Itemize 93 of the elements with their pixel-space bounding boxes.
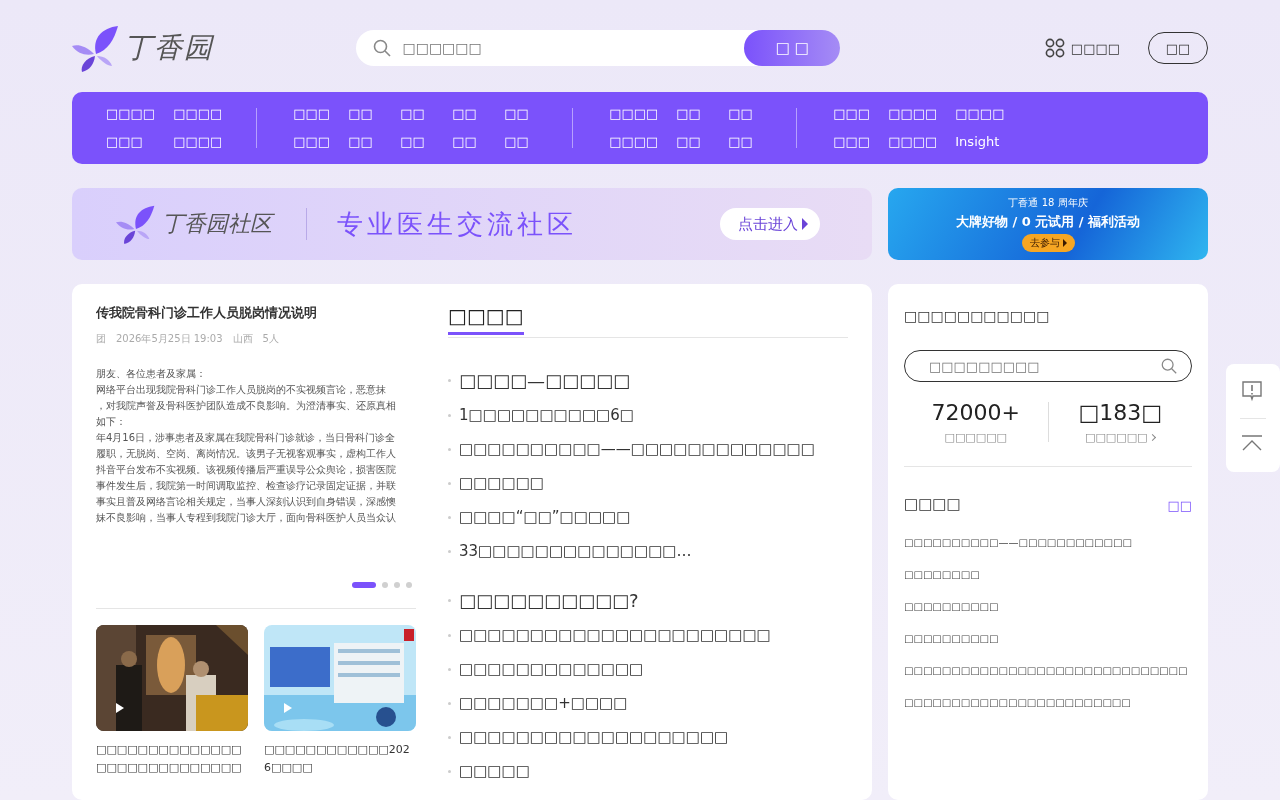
document-meta: 山西 <box>232 332 253 346</box>
stat-label: □□□□□□ <box>944 431 1007 444</box>
caret-icon <box>1062 239 1067 247</box>
nav-link[interactable]: □□ <box>504 104 539 124</box>
nav-link[interactable]: □□ <box>676 132 711 152</box>
document-line: 妹不良影响，当事人专程到我院门诊大厅，面向骨科医护人员当众认 <box>96 511 397 525</box>
nav-link[interactable]: □□ <box>400 132 435 152</box>
feedback-icon[interactable] <box>1240 378 1264 403</box>
document-meta: 2026年5月25日 19:03 <box>116 332 223 346</box>
document-meta: 5人 <box>262 332 279 346</box>
list-link[interactable]: □□□□□□□□□□ <box>904 623 1192 655</box>
search-icon <box>1160 357 1178 375</box>
stat-link[interactable]: □□□□□□ <box>1085 431 1156 444</box>
document-line: ，对我院声誉及骨科医护团队造成不良影响。为澄清事实、还原真相 <box>96 399 397 413</box>
document-meta: 团 <box>96 332 106 346</box>
promo-banner[interactable]: 丁香通 18 周年庆 大牌好物 / 0 元试用 / 福利活动 去参与 <box>888 188 1208 260</box>
nav-link[interactable]: Insight <box>955 132 1005 152</box>
news-link[interactable]: □□□□“□□”□□□□□ <box>459 508 631 526</box>
list-link[interactable]: □□□□□□□□□□□□□□□□□□□□□□□□ <box>904 687 1192 719</box>
nav-link[interactable]: □□□□ <box>173 132 223 152</box>
nav-link[interactable]: □□□ <box>833 132 871 152</box>
nav-link[interactable]: □□ <box>452 104 487 124</box>
nav-link[interactable]: □□□ <box>106 132 156 152</box>
search-icon <box>372 38 393 58</box>
promo-brand: 丁香通 18 周年庆 <box>1008 196 1088 210</box>
butterfly-logo-icon <box>116 204 156 244</box>
community-slogan: 专业医生交流社区 <box>337 207 577 241</box>
section-title: □□□□ <box>448 304 524 335</box>
headline-link[interactable]: □□□□—□□□□□ <box>459 369 631 391</box>
list-link[interactable]: □□□□□□□□□□——□□□□□□□□□□□□ <box>904 527 1192 559</box>
list-link[interactable]: □□□□□□□□□□ <box>904 591 1192 623</box>
document-line: 如下： <box>96 415 127 429</box>
news-link[interactable]: 1□□□□□□□□□□6□ <box>459 406 634 424</box>
nav-link[interactable]: □□ <box>348 104 383 124</box>
document-line: 网络平台出现我院骨科门诊工作人员脱岗的不实视频言论，恶意抹 <box>96 383 387 397</box>
side-search-field[interactable]: □□□□□□□□□ <box>904 350 1192 382</box>
document-title: 传我院骨科门诊工作人员脱岗情况说明 <box>96 304 318 322</box>
carousel-dot[interactable] <box>406 582 412 588</box>
video-caption[interactable]: □□□□□□□□□□□□2026□□□□ <box>264 741 416 777</box>
list-link[interactable]: □□□□□□□□□□□□□□□□□□□□□□□□□□□□□□ <box>904 655 1192 687</box>
news-link[interactable]: □□□□□ <box>459 762 530 780</box>
nav-link[interactable]: □□ <box>728 104 763 124</box>
nav-link[interactable]: □□ <box>348 132 383 152</box>
nav-link[interactable]: □□□□ <box>955 104 1005 124</box>
stat-value: 72000+ <box>931 400 1020 425</box>
document-line: 事实且普及网络言论相关规定，当事人深刻认识到自身错误，深感懊 <box>96 495 397 509</box>
nav-link[interactable]: □□□ <box>293 132 331 152</box>
document-line: 履职，无脱岗、空岗、离岗情况。该男子无视客观事实，虚构工作人 <box>96 447 397 461</box>
document-line: 抖音平台发布不实视频。该视频传播后严重误导公众舆论，损害医院 <box>96 463 397 477</box>
nav-link[interactable]: □□ <box>504 132 539 152</box>
promo-headline: 大牌好物 / 0 元试用 / 福利活动 <box>955 213 1141 231</box>
news-link[interactable]: □□□□□□□□□□——□□□□□□□□□□□□□ <box>459 440 815 458</box>
stat-value: □183□ <box>1078 400 1163 425</box>
grid-icon <box>1044 38 1065 58</box>
nav-link[interactable]: □□ <box>676 104 711 124</box>
carousel-dot[interactable] <box>394 582 400 588</box>
news-link[interactable]: □□□□□□□□□□□□□□□□□□□ <box>459 728 729 746</box>
document-line: 年4月16日，涉事患者及家属在我院骨科门诊就诊，当日骨科门诊全 <box>96 431 397 445</box>
apps-link[interactable]: □□□□ <box>1070 40 1120 56</box>
list-link[interactable]: □□□□□□□□ <box>904 559 1192 591</box>
nav-link[interactable]: □□□□ <box>888 132 938 152</box>
caret-icon <box>802 218 808 230</box>
nav-link[interactable]: □□□ <box>293 104 331 124</box>
nav-link[interactable]: □□□□ <box>609 132 659 152</box>
nav-link[interactable]: □□ <box>452 132 487 152</box>
document-line: 事件发生后，我院第一时间调取监控、检查诊疗记录固定证据，并联 <box>96 479 397 493</box>
enter-button[interactable]: 点击进入 <box>720 208 820 240</box>
nav-link[interactable]: □□ <box>400 104 435 124</box>
side-title: □□□□□□□□□□□ <box>904 308 1051 324</box>
community-banner[interactable]: 丁香园社区 专业医生交流社区 点击进入 <box>72 188 872 260</box>
play-icon[interactable] <box>116 703 124 713</box>
nav-link[interactable]: □□ <box>728 132 763 152</box>
document-line: 朋友、各位患者及家属： <box>96 367 207 381</box>
join-button[interactable]: 去参与 <box>1021 234 1075 252</box>
news-link[interactable]: □□□□□□□□□□□□□□□□□□□□□□ <box>459 626 771 644</box>
nav-link[interactable]: □□□□ <box>609 104 659 124</box>
news-link[interactable]: □□□□□□ <box>459 474 545 492</box>
headline-link[interactable]: □□□□□□□□□□? <box>459 589 639 611</box>
nav-link[interactable]: □□□ <box>833 104 871 124</box>
search-button[interactable]: □ □ <box>744 30 841 66</box>
list-title: □□□□ <box>904 495 961 513</box>
butterfly-logo-icon <box>72 24 120 72</box>
news-link[interactable]: 33□□□□□□□□□□□□□□… <box>459 542 692 560</box>
news-link[interactable]: □□□□□□□□□□□□□ <box>459 660 644 678</box>
logo[interactable]: 丁香园 <box>72 24 332 72</box>
more-link[interactable]: □□ <box>1167 498 1192 513</box>
nav-link[interactable]: □□□□ <box>106 104 156 124</box>
nav-link[interactable]: □□□□ <box>888 104 938 124</box>
news-link[interactable]: □□□□□□□+□□□□ <box>459 694 628 712</box>
search-field[interactable]: □□□□□□ □ □ <box>356 30 841 66</box>
carousel-dot[interactable] <box>382 582 388 588</box>
video-caption[interactable]: □□□□□□□□□□□□□□□□□□□□□□□□□□□□ <box>96 741 248 777</box>
nav-link[interactable]: □□□□ <box>173 104 223 124</box>
